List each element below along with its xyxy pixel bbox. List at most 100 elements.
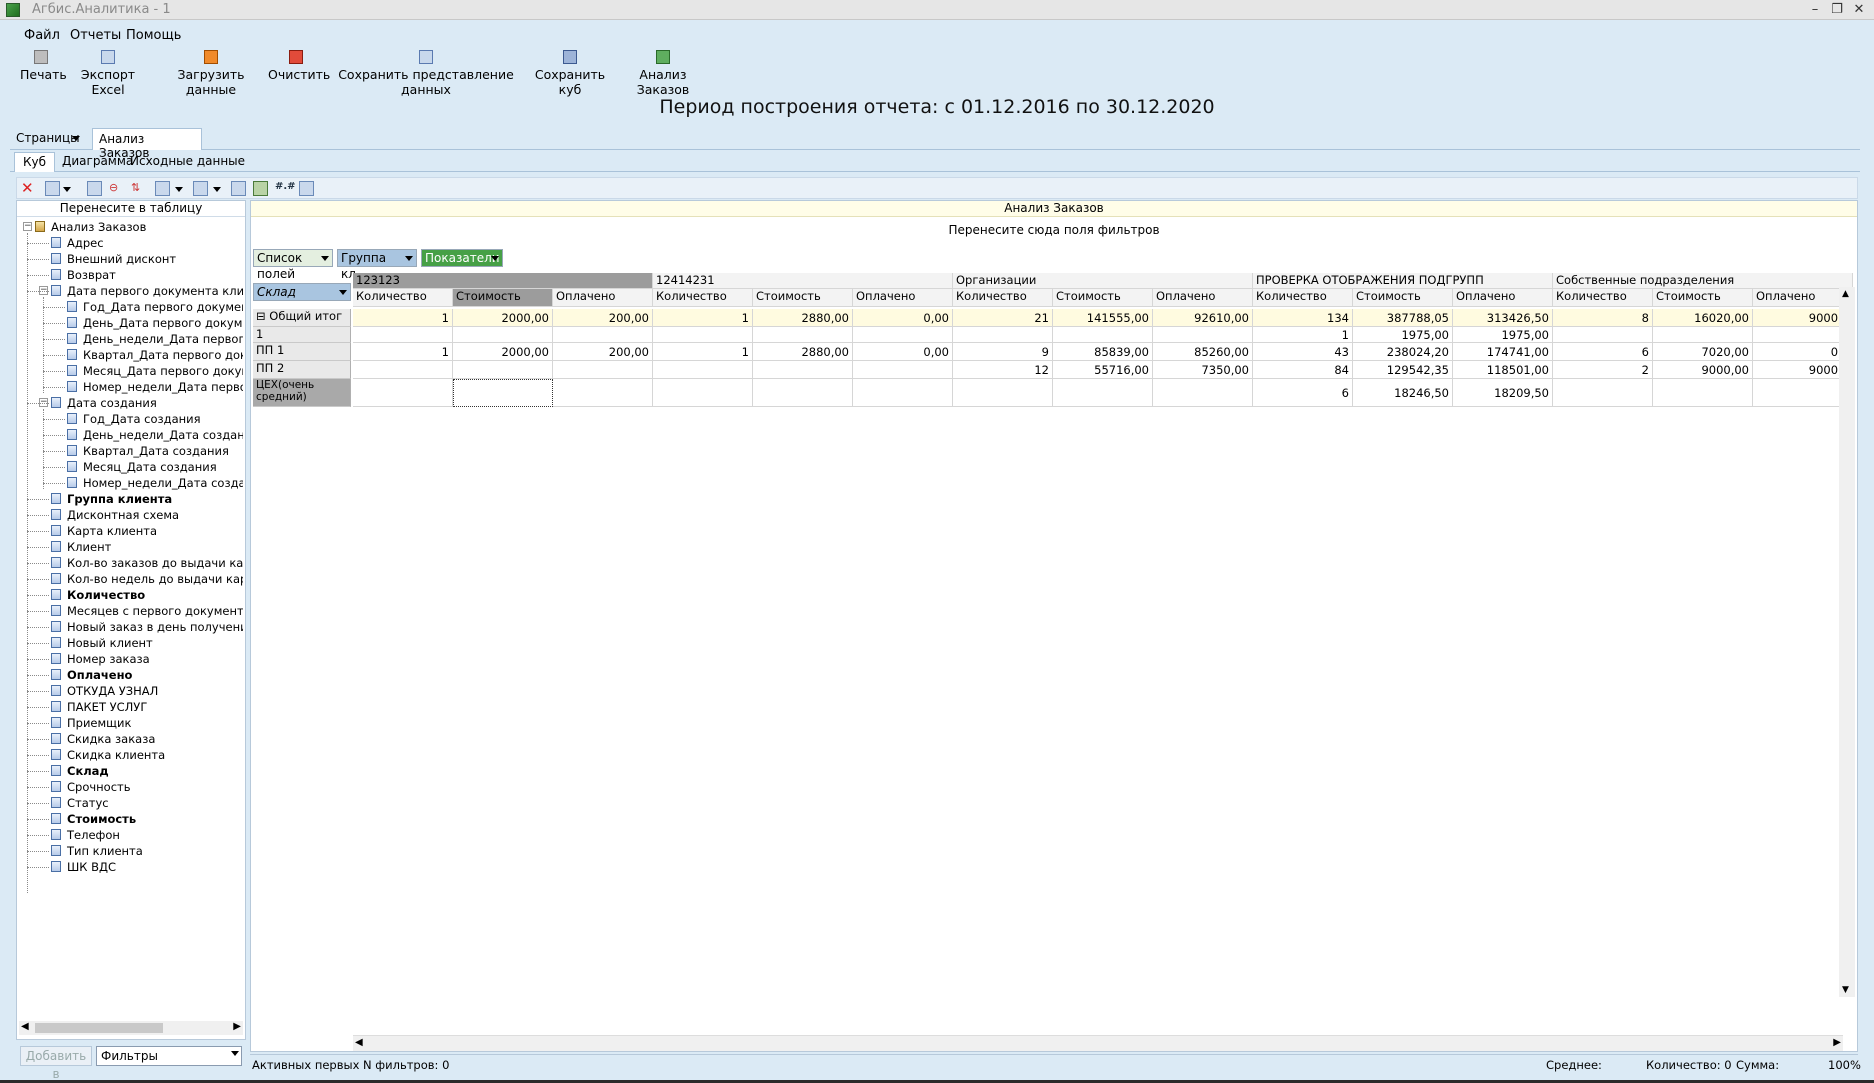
table-cell[interactable] — [1053, 327, 1153, 343]
tree-root[interactable]: Анализ Заказов — [35, 219, 146, 235]
orders-analysis-button[interactable]: Анализ Заказов — [618, 48, 708, 97]
table-cell[interactable]: 6 — [1253, 379, 1353, 407]
table-cell[interactable] — [953, 327, 1053, 343]
table-cell[interactable] — [453, 327, 553, 343]
measure-header[interactable]: Оплачено — [553, 289, 653, 307]
table-cell[interactable] — [1053, 379, 1153, 407]
table-cell[interactable] — [1553, 327, 1653, 343]
table-cell[interactable]: 18246,50 — [1353, 379, 1453, 407]
close-icon[interactable]: ✕ — [1850, 1, 1868, 19]
tree-item[interactable]: Новый клиент — [51, 635, 243, 651]
table-cell[interactable]: 129542,35 — [1353, 361, 1453, 379]
collapse-icon[interactable]: ⊖ — [109, 181, 124, 196]
table-cell[interactable] — [553, 327, 653, 343]
tree-item[interactable]: Месяц_Дата первого документа — [67, 363, 243, 379]
tree-horizontal-scrollbar[interactable]: ◀ ▶ — [19, 1021, 243, 1035]
table-cell[interactable]: 1 — [353, 309, 453, 327]
tree-item[interactable]: Год_Дата создания — [67, 411, 243, 427]
table-cell[interactable]: 1 — [353, 343, 453, 361]
add-to-button[interactable]: Добавить в — [20, 1046, 92, 1081]
table-cell[interactable]: 8 — [1553, 309, 1653, 327]
tree-item[interactable]: ОТКУДА УЗНАЛ — [51, 683, 243, 699]
tab-pages[interactable]: Страницы — [10, 128, 84, 150]
table-cell[interactable]: 313426,50 — [1453, 309, 1553, 327]
table-cell[interactable]: 200,00 — [553, 309, 653, 327]
vertical-scrollbar[interactable]: ▲ ▼ — [1839, 287, 1855, 997]
scroll-up-icon[interactable]: ▲ — [1842, 289, 1849, 299]
tree-item[interactable]: Стоимость — [51, 811, 243, 827]
table-cell[interactable]: 1 — [653, 309, 753, 327]
menu-reports[interactable]: Отчеты — [70, 28, 121, 43]
filter-drop-area[interactable]: Перенесите сюда поля фильтров — [251, 223, 1857, 237]
table-cell[interactable]: 2000,00 — [453, 309, 553, 327]
tree-item[interactable]: Карта клиента — [51, 523, 243, 539]
print-button[interactable]: Печать — [20, 48, 67, 90]
load-data-button[interactable]: Загрузить данные — [160, 48, 262, 97]
collapse-icon[interactable]: ⊟ — [256, 309, 269, 323]
table-cell[interactable] — [1653, 379, 1753, 407]
tree-item[interactable]: Тип клиента — [51, 843, 243, 859]
table-cell[interactable]: 18209,50 — [1453, 379, 1553, 407]
tree-item[interactable]: Дата первого документа клиента — [51, 283, 243, 299]
table-cell[interactable]: 21 — [953, 309, 1053, 327]
row-header[interactable]: ⊟ Общий итог — [253, 309, 351, 327]
expand-icon[interactable] — [87, 181, 102, 196]
table-cell[interactable] — [353, 327, 453, 343]
table-cell[interactable]: 6 — [1553, 343, 1653, 361]
scroll-thumb[interactable] — [35, 1023, 163, 1033]
table-cell[interactable]: 1975,00 — [1453, 327, 1553, 343]
table-cell[interactable]: 7350,00 — [1153, 361, 1253, 379]
column-group-header[interactable]: Собственные подразделения — [1553, 273, 1853, 289]
tree-item[interactable]: Номер заказа — [51, 651, 243, 667]
tree-item[interactable]: Статус — [51, 795, 243, 811]
delete-icon[interactable]: ✕ — [21, 181, 36, 196]
table-cell[interactable]: 55716,00 — [1053, 361, 1153, 379]
row-header[interactable]: ПП 1 — [253, 343, 351, 361]
sort-icon[interactable]: ⇅ — [131, 181, 146, 196]
rows-icon[interactable] — [155, 181, 170, 196]
table-cell[interactable]: 84 — [1253, 361, 1353, 379]
table-cell[interactable] — [753, 327, 853, 343]
save-cube-button[interactable]: Сохранить куб — [528, 48, 612, 97]
table-cell[interactable]: 2000,00 — [453, 343, 553, 361]
table-cell[interactable]: 7020,00 — [1653, 343, 1753, 361]
menu-help[interactable]: Помощь — [126, 28, 181, 43]
maximize-icon[interactable]: ❐ — [1828, 1, 1846, 19]
tree-item[interactable]: Новый заказ в день получения предыдущего — [51, 619, 243, 635]
table-cell[interactable] — [1653, 327, 1753, 343]
table-cell[interactable] — [353, 379, 453, 407]
table-cell[interactable] — [753, 361, 853, 379]
chevron-down-icon[interactable] — [213, 187, 221, 192]
client-group-field-button[interactable]: Группа кл... — [337, 249, 417, 281]
table-cell[interactable]: 85839,00 — [1053, 343, 1153, 361]
table-cell[interactable] — [853, 361, 953, 379]
tree-item[interactable]: Год_Дата первого документа — [67, 299, 243, 315]
measure-header[interactable]: Оплачено — [853, 289, 953, 307]
measure-header[interactable]: Количество — [353, 289, 453, 307]
row-header[interactable]: 1 — [253, 327, 351, 343]
table-cell[interactable] — [1553, 379, 1653, 407]
tree-item[interactable]: Приемщик — [51, 715, 243, 731]
table-cell[interactable] — [753, 379, 853, 407]
row-field-button[interactable]: Склад — [253, 283, 351, 301]
table-cell[interactable] — [1153, 379, 1253, 407]
table-cell[interactable]: 2880,00 — [753, 343, 853, 361]
tab-cube[interactable]: Куб — [14, 152, 56, 172]
tree-item[interactable]: ШК ВДС — [51, 859, 243, 875]
table-cell[interactable]: 2880,00 — [753, 309, 853, 327]
table-cell[interactable]: 43 — [1253, 343, 1353, 361]
row-header[interactable]: ЦЕХ(очень средний) — [253, 379, 351, 407]
table-cell[interactable]: 9000,0 — [1753, 361, 1853, 379]
tree-item[interactable]: Кол-во недель до выдачи карты — [51, 571, 243, 587]
menu-file[interactable]: Файл — [24, 28, 60, 43]
tree-item[interactable]: Оплачено — [51, 667, 243, 683]
table-cell[interactable]: 9000,0 — [1753, 309, 1853, 327]
table-cell[interactable]: 174741,00 — [1453, 343, 1553, 361]
table-cell[interactable] — [853, 327, 953, 343]
table-cell[interactable]: 9 — [953, 343, 1053, 361]
tree-item[interactable]: Месяцев с первого документа клиента — [51, 603, 243, 619]
tree-item[interactable]: Адрес — [51, 235, 243, 251]
field-list-button[interactable]: Список полей — [253, 249, 333, 281]
scroll-right-icon[interactable]: ▶ — [1833, 1037, 1841, 1048]
save-view-button[interactable]: Сохранить представление данных — [330, 48, 522, 97]
